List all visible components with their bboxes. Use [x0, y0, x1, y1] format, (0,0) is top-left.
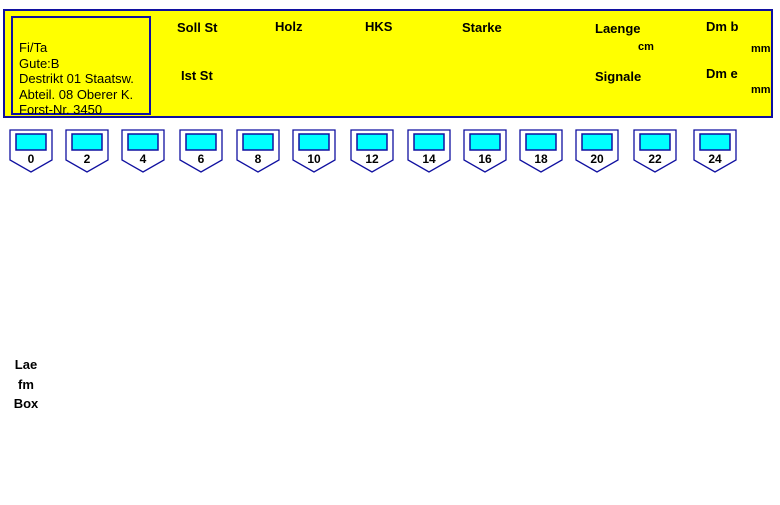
laenge-unit: cm: [638, 41, 654, 53]
slot-shield-shape: [9, 129, 53, 173]
district-label: Destrikt 01 Staatsw.: [19, 71, 134, 86]
slot-number: 6: [197, 152, 205, 166]
slot-shield-shape: [407, 129, 451, 173]
starke-label: Starke: [462, 20, 502, 35]
slot-shield-shape: [575, 129, 619, 173]
slot-number: 12: [365, 152, 379, 166]
slot-shield-shape: [463, 129, 507, 173]
quality-label: Gute:B: [19, 55, 60, 71]
slot-button-0[interactable]: 0: [9, 129, 53, 173]
slot-number: 18: [534, 152, 548, 166]
slot-indicator: [127, 133, 159, 151]
slot-number: 4: [139, 152, 147, 166]
slot-shield-shape: [121, 129, 165, 173]
box-label: Box: [13, 396, 39, 411]
slot-shield-shape: [179, 129, 223, 173]
lae-label: Lae: [14, 357, 38, 372]
slot-indicator: [699, 133, 731, 151]
slot-button-6[interactable]: 6: [179, 129, 223, 173]
location-info-box: Fi/Ta Gute:B Destrikt 01 Staatsw. Abteil…: [11, 16, 151, 117]
slot-indicator: [469, 133, 501, 151]
slot-number: 14: [422, 152, 436, 166]
slot-indicator: [639, 133, 671, 151]
dm-b-label: Dm b: [706, 19, 739, 34]
slot-number: 0: [27, 152, 35, 166]
fm-label: fm: [18, 377, 34, 392]
division-label: Abteil. 08 Oberer K.: [19, 86, 134, 102]
slot-button-12[interactable]: 12: [350, 129, 394, 173]
hks-label: HKS: [365, 19, 393, 34]
header-panel: Fi/Ta Gute:B Destrikt 01 Staatsw. Abteil…: [3, 9, 773, 118]
slot-button-4[interactable]: 4: [121, 129, 165, 173]
laenge-label: Laenge: [595, 21, 641, 36]
slot-indicator: [356, 133, 388, 151]
slot-shield-shape: [519, 129, 563, 173]
dm-e-label: Dm e: [706, 66, 738, 81]
slot-number: 10: [307, 152, 321, 166]
slot-shield-shape: [292, 129, 336, 173]
slot-shield-shape: [65, 129, 109, 173]
slot-shield-shape: [236, 129, 280, 173]
slot-shield-shape: [633, 129, 677, 173]
signale-label: Signale: [595, 69, 642, 84]
slot-indicator: [298, 133, 330, 151]
slot-button-20[interactable]: 20: [575, 129, 619, 173]
slot-indicator: [581, 133, 613, 151]
slot-button-18[interactable]: 18: [519, 129, 563, 173]
slot-number: 8: [254, 152, 262, 166]
slot-indicator: [525, 133, 557, 151]
dm-e-unit: mm: [751, 84, 771, 96]
slot-number: 20: [590, 152, 604, 166]
slot-button-24[interactable]: 24: [693, 129, 737, 173]
slot-shield-shape: [350, 129, 394, 173]
species-label: Fi/Ta: [19, 40, 48, 55]
slot-button-22[interactable]: 22: [633, 129, 677, 173]
slot-button-10[interactable]: 10: [292, 129, 336, 173]
dm-b-unit: mm: [751, 43, 771, 55]
slot-button-8[interactable]: 8: [236, 129, 280, 173]
ist-st-label: Ist St: [181, 68, 213, 83]
holz-label: Holz: [275, 19, 303, 34]
slot-button-2[interactable]: 2: [65, 129, 109, 173]
slot-button-16[interactable]: 16: [463, 129, 507, 173]
forest-number-label: Forst-Nr. 3450: [19, 102, 103, 117]
slot-indicator: [185, 133, 217, 151]
slot-indicator: [71, 133, 103, 151]
slot-indicator: [15, 133, 47, 151]
slot-number: 2: [83, 152, 91, 166]
slot-indicator: [413, 133, 445, 151]
soll-st-label: Soll St: [177, 20, 218, 35]
slot-indicator: [242, 133, 274, 151]
slot-button-14[interactable]: 14: [407, 129, 451, 173]
slot-number: 16: [478, 152, 492, 166]
slot-number: 24: [708, 152, 722, 166]
slot-number: 22: [648, 152, 662, 166]
slot-shield-shape: [693, 129, 737, 173]
